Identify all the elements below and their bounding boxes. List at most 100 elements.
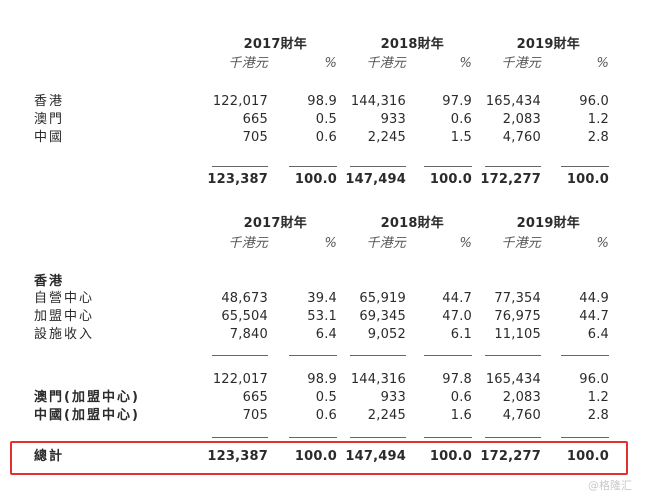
- table-cell: 97.8: [442, 372, 472, 387]
- table-cell: 6.4: [315, 327, 337, 342]
- table-cell: 44.7: [579, 309, 609, 324]
- table-cell: 2,083: [502, 112, 541, 127]
- watermark: @格隆汇: [588, 479, 632, 492]
- table-cell: 144,316: [350, 372, 406, 387]
- total-rule: [289, 166, 337, 167]
- table-cell: 11,105: [494, 327, 541, 342]
- table-cell: 933: [380, 390, 406, 405]
- table-cell: 665: [242, 112, 268, 127]
- table-cell: 1.2: [587, 112, 609, 127]
- table-cell: 97.9: [442, 94, 472, 109]
- table-cell: 147,494: [345, 172, 406, 187]
- row-label: 自營中心: [34, 291, 95, 306]
- table-cell: 705: [242, 408, 268, 423]
- unit-percent: %: [324, 236, 337, 251]
- table-cell: 39.4: [307, 291, 337, 306]
- total-rule: [212, 355, 268, 356]
- row-label: 中國(加盟中心): [34, 408, 140, 423]
- table-cell: 0.6: [450, 390, 472, 405]
- table-cell: 69,345: [359, 309, 406, 324]
- table-cell: 144,316: [350, 94, 406, 109]
- fiscal-year-header: 2017財年: [243, 216, 307, 231]
- table-cell: 9,052: [367, 327, 406, 342]
- table-cell: 705: [242, 130, 268, 145]
- table-cell: 44.9: [579, 291, 609, 306]
- table-cell: 6.4: [587, 327, 609, 342]
- total-rule: [561, 166, 609, 167]
- total-rule: [289, 437, 337, 438]
- unit-hkd-thousand: 千港元: [228, 236, 268, 251]
- row-label: 澳門: [34, 112, 65, 127]
- table-cell: 1.2: [587, 390, 609, 405]
- unit-hkd-thousand: 千港元: [501, 56, 541, 71]
- table-cell: 0.6: [315, 130, 337, 145]
- fiscal-year-header: 2017財年: [243, 37, 307, 52]
- table-cell: 2.8: [587, 130, 609, 145]
- table-cell: 1.6: [450, 408, 472, 423]
- table-cell: 122,017: [212, 94, 268, 109]
- table-cell: 665: [242, 390, 268, 405]
- total-rule: [424, 166, 472, 167]
- table-cell: 4,760: [502, 408, 541, 423]
- row-label: 香港: [34, 94, 65, 109]
- table-cell: 47.0: [442, 309, 472, 324]
- row-label: 加盟中心: [34, 309, 95, 324]
- unit-percent: %: [324, 56, 337, 71]
- table-cell: 77,354: [494, 291, 541, 306]
- total-rule: [561, 355, 609, 356]
- unit-percent: %: [459, 56, 472, 71]
- table-cell: 100.0: [566, 172, 609, 187]
- highlight-box: [10, 441, 628, 475]
- fiscal-year-header: 2018財年: [380, 37, 444, 52]
- table-cell: 1.5: [450, 130, 472, 145]
- table-cell: 53.1: [307, 309, 337, 324]
- total-rule: [485, 437, 541, 438]
- total-rule: [212, 437, 268, 438]
- table-cell: 96.0: [579, 372, 609, 387]
- total-rule: [212, 166, 268, 167]
- total-rule: [485, 355, 541, 356]
- table-cell: 0.6: [315, 408, 337, 423]
- total-rule: [350, 166, 406, 167]
- unit-hkd-thousand: 千港元: [501, 236, 541, 251]
- unit-percent: %: [596, 236, 609, 251]
- table-cell: 165,434: [485, 372, 541, 387]
- total-rule: [350, 355, 406, 356]
- row-label: 中國: [34, 130, 65, 145]
- unit-hkd-thousand: 千港元: [366, 56, 406, 71]
- table-cell: 2,245: [367, 130, 406, 145]
- table-cell: 122,017: [212, 372, 268, 387]
- fiscal-year-header: 2018財年: [380, 216, 444, 231]
- total-rule: [424, 355, 472, 356]
- table-cell: 48,673: [221, 291, 268, 306]
- table-cell: 0.5: [315, 112, 337, 127]
- table-cell: 6.1: [450, 327, 472, 342]
- table-cell: 123,387: [207, 172, 268, 187]
- unit-hkd-thousand: 千港元: [366, 236, 406, 251]
- table-cell: 0.5: [315, 390, 337, 405]
- table-cell: 4,760: [502, 130, 541, 145]
- unit-percent: %: [459, 236, 472, 251]
- table-cell: 2.8: [587, 408, 609, 423]
- fiscal-year-header: 2019財年: [516, 37, 580, 52]
- table-cell: 65,919: [359, 291, 406, 306]
- section-label: 香港: [34, 274, 65, 289]
- table-cell: 98.9: [307, 94, 337, 109]
- unit-percent: %: [596, 56, 609, 71]
- table-cell: 2,083: [502, 390, 541, 405]
- table-cell: 76,975: [494, 309, 541, 324]
- unit-hkd-thousand: 千港元: [228, 56, 268, 71]
- fiscal-year-header: 2019財年: [516, 216, 580, 231]
- total-rule: [561, 437, 609, 438]
- table-cell: 2,245: [367, 408, 406, 423]
- total-rule: [350, 437, 406, 438]
- table-cell: 0.6: [450, 112, 472, 127]
- total-rule: [289, 355, 337, 356]
- row-label: 澳門(加盟中心): [34, 390, 140, 405]
- table-cell: 96.0: [579, 94, 609, 109]
- table-cell: 172,277: [480, 172, 541, 187]
- table-cell: 933: [380, 112, 406, 127]
- table-cell: 7,840: [229, 327, 268, 342]
- row-label: 設施收入: [34, 327, 95, 342]
- table-cell: 165,434: [485, 94, 541, 109]
